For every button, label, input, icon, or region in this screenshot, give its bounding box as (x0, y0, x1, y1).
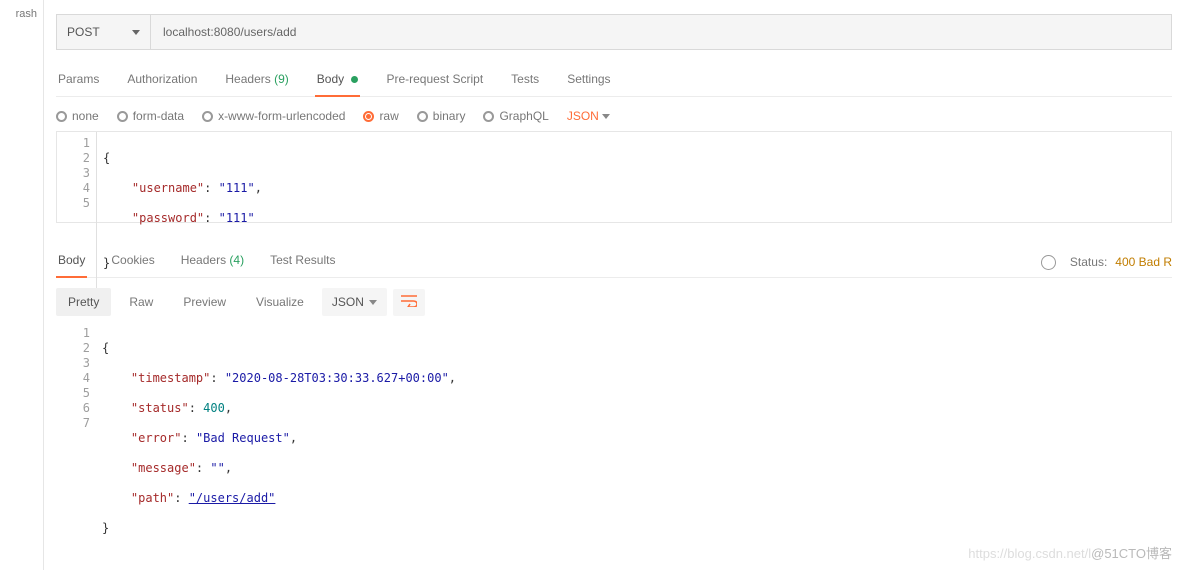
body-language-value: JSON (567, 109, 599, 123)
tab-params[interactable]: Params (56, 66, 101, 96)
sidebar-trash-label: rash (16, 8, 37, 20)
url-input[interactable] (150, 14, 1172, 50)
globe-icon[interactable] (1041, 255, 1056, 270)
wrap-toggle[interactable] (393, 289, 425, 316)
tab-tests[interactable]: Tests (509, 66, 541, 96)
body-urlencoded[interactable]: x-www-form-urlencoded (202, 109, 345, 123)
tab-headers-count: (9) (274, 72, 289, 86)
unsaved-dot-icon (351, 76, 358, 83)
response-body-editor[interactable]: 1 2 3 4 5 6 7 { "timestamp": "2020-08-28… (56, 322, 1172, 570)
tab-authorization[interactable]: Authorization (125, 66, 199, 96)
tab-prerequest[interactable]: Pre-request Script (384, 66, 485, 96)
request-bar: POST (56, 14, 1172, 50)
body-graphql[interactable]: GraphQL (483, 109, 548, 123)
request-tabs: Params Authorization Headers (9) Body Pr… (56, 66, 1172, 97)
response-language-select[interactable]: JSON (322, 288, 387, 316)
chevron-down-icon (132, 30, 140, 35)
status-value: 400 Bad R (1115, 255, 1172, 269)
resp-tab-cookies[interactable]: Cookies (109, 247, 156, 277)
tab-headers[interactable]: Headers (9) (223, 66, 290, 96)
body-none[interactable]: none (56, 109, 99, 123)
view-pretty[interactable]: Pretty (56, 288, 111, 316)
body-raw[interactable]: raw (363, 109, 398, 123)
resp-tab-test-results[interactable]: Test Results (268, 247, 337, 277)
chevron-down-icon (369, 300, 377, 305)
line-wrap-icon (401, 295, 417, 307)
method-value: POST (67, 25, 100, 39)
chevron-down-icon (602, 114, 610, 119)
resp-headers-count: (4) (229, 253, 244, 267)
watermark: https://blog.csdn.net/l@51CTO博客 (968, 543, 1172, 562)
view-preview[interactable]: Preview (171, 288, 238, 316)
tab-headers-label: Headers (225, 72, 270, 86)
request-body-editor[interactable]: 1 2 3 4 5 { "username": "111", "password… (56, 131, 1172, 223)
view-visualize[interactable]: Visualize (244, 288, 316, 316)
body-type-row: none form-data x-www-form-urlencoded raw… (56, 109, 1172, 123)
view-raw[interactable]: Raw (117, 288, 165, 316)
method-select[interactable]: POST (56, 14, 150, 50)
resp-tab-body[interactable]: Body (56, 247, 87, 277)
resp-tab-headers[interactable]: Headers (4) (179, 247, 246, 277)
tab-body[interactable]: Body (315, 66, 361, 96)
response-status: Status: 400 Bad R (1041, 255, 1172, 270)
body-language-select[interactable]: JSON (567, 109, 610, 123)
body-form-data[interactable]: form-data (117, 109, 184, 123)
tab-body-label: Body (317, 72, 344, 86)
body-binary[interactable]: binary (417, 109, 466, 123)
tab-settings[interactable]: Settings (565, 66, 612, 96)
status-label: Status: (1070, 255, 1107, 269)
